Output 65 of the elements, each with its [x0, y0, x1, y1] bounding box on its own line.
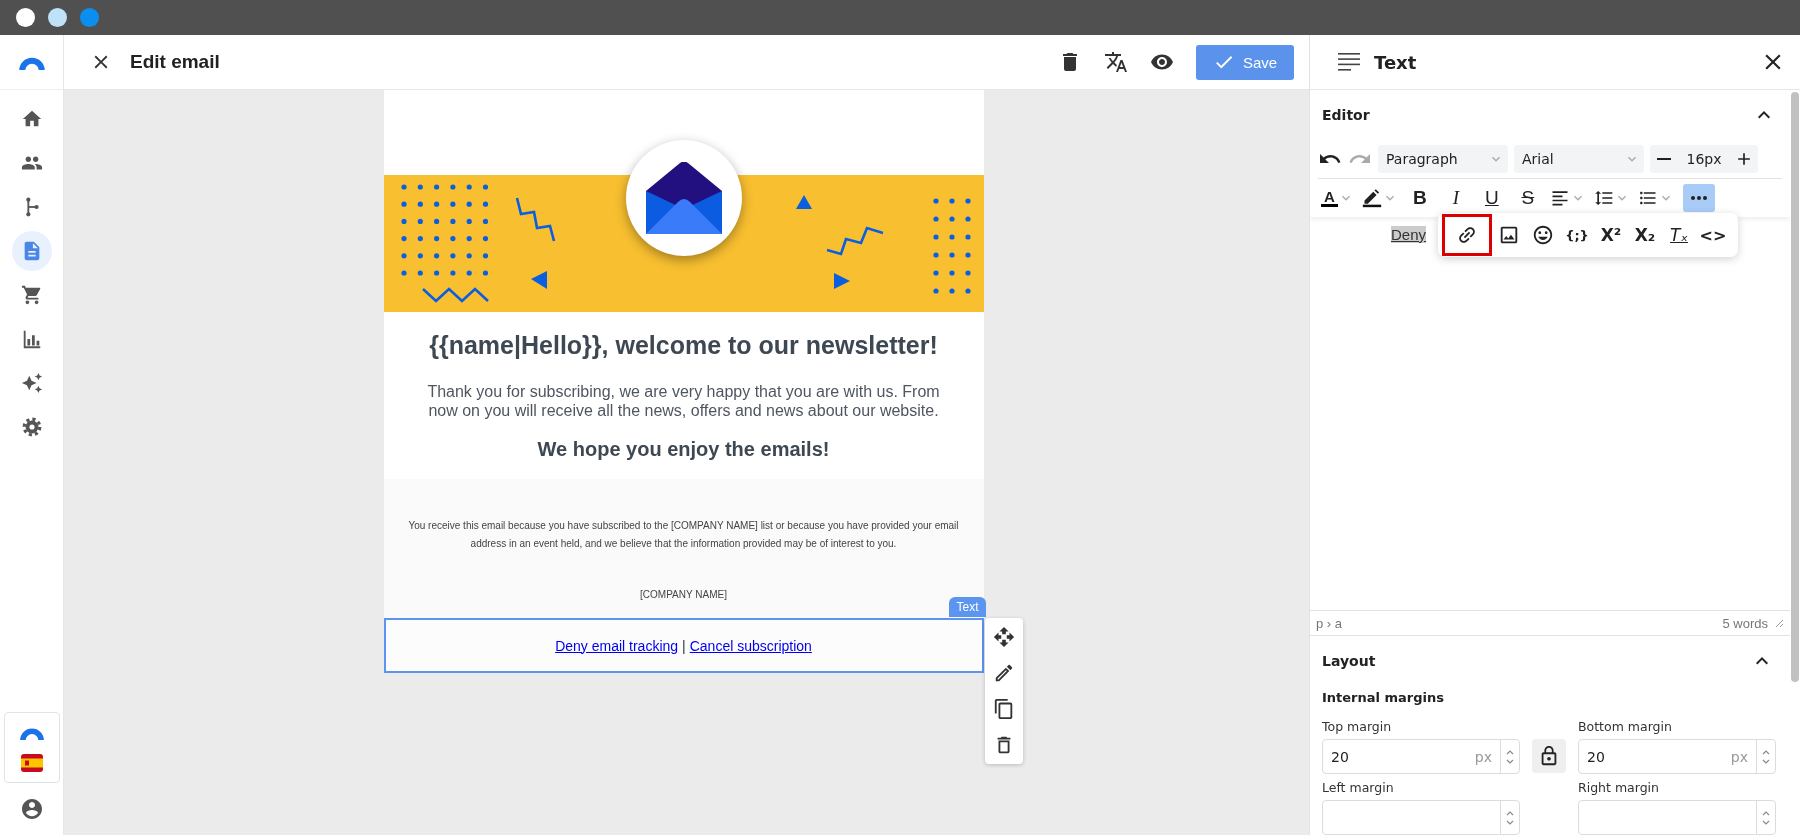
unsubscribe-link[interactable]: Cancel subscription: [689, 637, 812, 654]
text-lines-icon: [1338, 53, 1360, 71]
superscript-button[interactable]: X²: [1594, 214, 1628, 256]
window-minimize-dot[interactable]: [48, 8, 67, 27]
selected-link-text: Deny: [1391, 226, 1427, 243]
scrollbar[interactable]: [1791, 92, 1799, 682]
field-label: Bottom margin: [1578, 719, 1673, 734]
block-type-label: Text: [949, 597, 986, 617]
lock-button[interactable]: [1532, 739, 1566, 773]
subscription-notice: You receive this email because you have subscribed to the [COMPANY NAME] list or because you have provided your email address in an event held, and we believe that the information provided may be of interest to you.: [407, 519, 960, 551]
subscript-button[interactable]: X₂: [1628, 214, 1662, 256]
word-count: 5 words: [1722, 615, 1768, 631]
underline-button[interactable]: U: [1474, 184, 1509, 212]
sidebar-item[interactable]: [11, 231, 52, 271]
font-select[interactable]: Arial: [1514, 145, 1644, 173]
email-tagline: We hope you enjoy the emails!: [536, 438, 831, 461]
email-heading: {{name|Hello}}, welcome to our newsletter!: [428, 330, 939, 361]
section-title: Editor: [1322, 107, 1370, 123]
spain-flag-icon[interactable]: [20, 754, 43, 772]
settings-icon: [20, 416, 43, 438]
font-color-button[interactable]: A: [1318, 184, 1357, 212]
translate-icon: [1104, 50, 1128, 74]
highlighter-icon: [1361, 188, 1382, 208]
editor-area[interactable]: Deny {;} X² X₂ Tₓ <>: [1310, 217, 1790, 610]
copy-icon: [992, 698, 1015, 720]
cart-icon: [20, 284, 43, 306]
margin-input[interactable]: 20 px: [1578, 739, 1776, 774]
emoji-icon: [1532, 224, 1554, 246]
block-format-select[interactable]: Paragraph: [1378, 145, 1508, 173]
field-label: Left margin: [1322, 780, 1395, 795]
account-icon[interactable]: [19, 797, 44, 821]
minus-icon: [1657, 158, 1671, 160]
page-title: Edit email: [130, 51, 220, 73]
margin-input[interactable]: [1578, 800, 1776, 835]
sparkle-icon: [20, 372, 43, 394]
subsection-title: Internal margins: [1322, 690, 1446, 705]
envelope-icon: [645, 162, 722, 234]
strikethrough-button[interactable]: S: [1510, 184, 1545, 212]
intro-paragraph: Thank you for subscribing, we are very happy that you are with us. From now on you will receive all the news, offers and news about our website.: [426, 382, 941, 420]
move-icon: [992, 626, 1015, 648]
more-icon: [1689, 195, 1708, 201]
element-path: p › a: [1316, 615, 1342, 631]
link-separator: |: [682, 637, 686, 654]
clear-format-button[interactable]: Tₓ: [1662, 214, 1696, 256]
window-close-dot[interactable]: [16, 8, 35, 27]
footer-links-block[interactable]: Deny email tracking | Cancel subscription: [383, 618, 984, 673]
margin-input[interactable]: [1322, 800, 1520, 835]
margin-input[interactable]: 20 px: [1322, 739, 1520, 774]
image-icon: [1498, 224, 1520, 246]
field-label: Right margin: [1578, 780, 1660, 795]
deny-tracking-link[interactable]: Deny email tracking: [555, 637, 679, 654]
bold-button[interactable]: B: [1402, 184, 1437, 212]
company-name: [COMPANY NAME]: [640, 589, 727, 600]
source-code-button[interactable]: <>: [1696, 214, 1730, 256]
field-label: Top margin: [1322, 719, 1393, 734]
resize-grip-icon[interactable]: [1774, 618, 1784, 628]
line-height-icon: [1593, 188, 1614, 208]
font-size-value[interactable]: 16px: [1686, 151, 1722, 167]
panel-title: Text: [1374, 51, 1418, 73]
section-title: Layout: [1322, 653, 1376, 669]
window-maximize-dot[interactable]: [80, 8, 99, 27]
variable-button[interactable]: {;}: [1560, 214, 1594, 256]
more-button[interactable]: [1682, 184, 1715, 212]
link-button[interactable]: [1442, 214, 1492, 256]
italic-button[interactable]: I: [1438, 184, 1473, 212]
